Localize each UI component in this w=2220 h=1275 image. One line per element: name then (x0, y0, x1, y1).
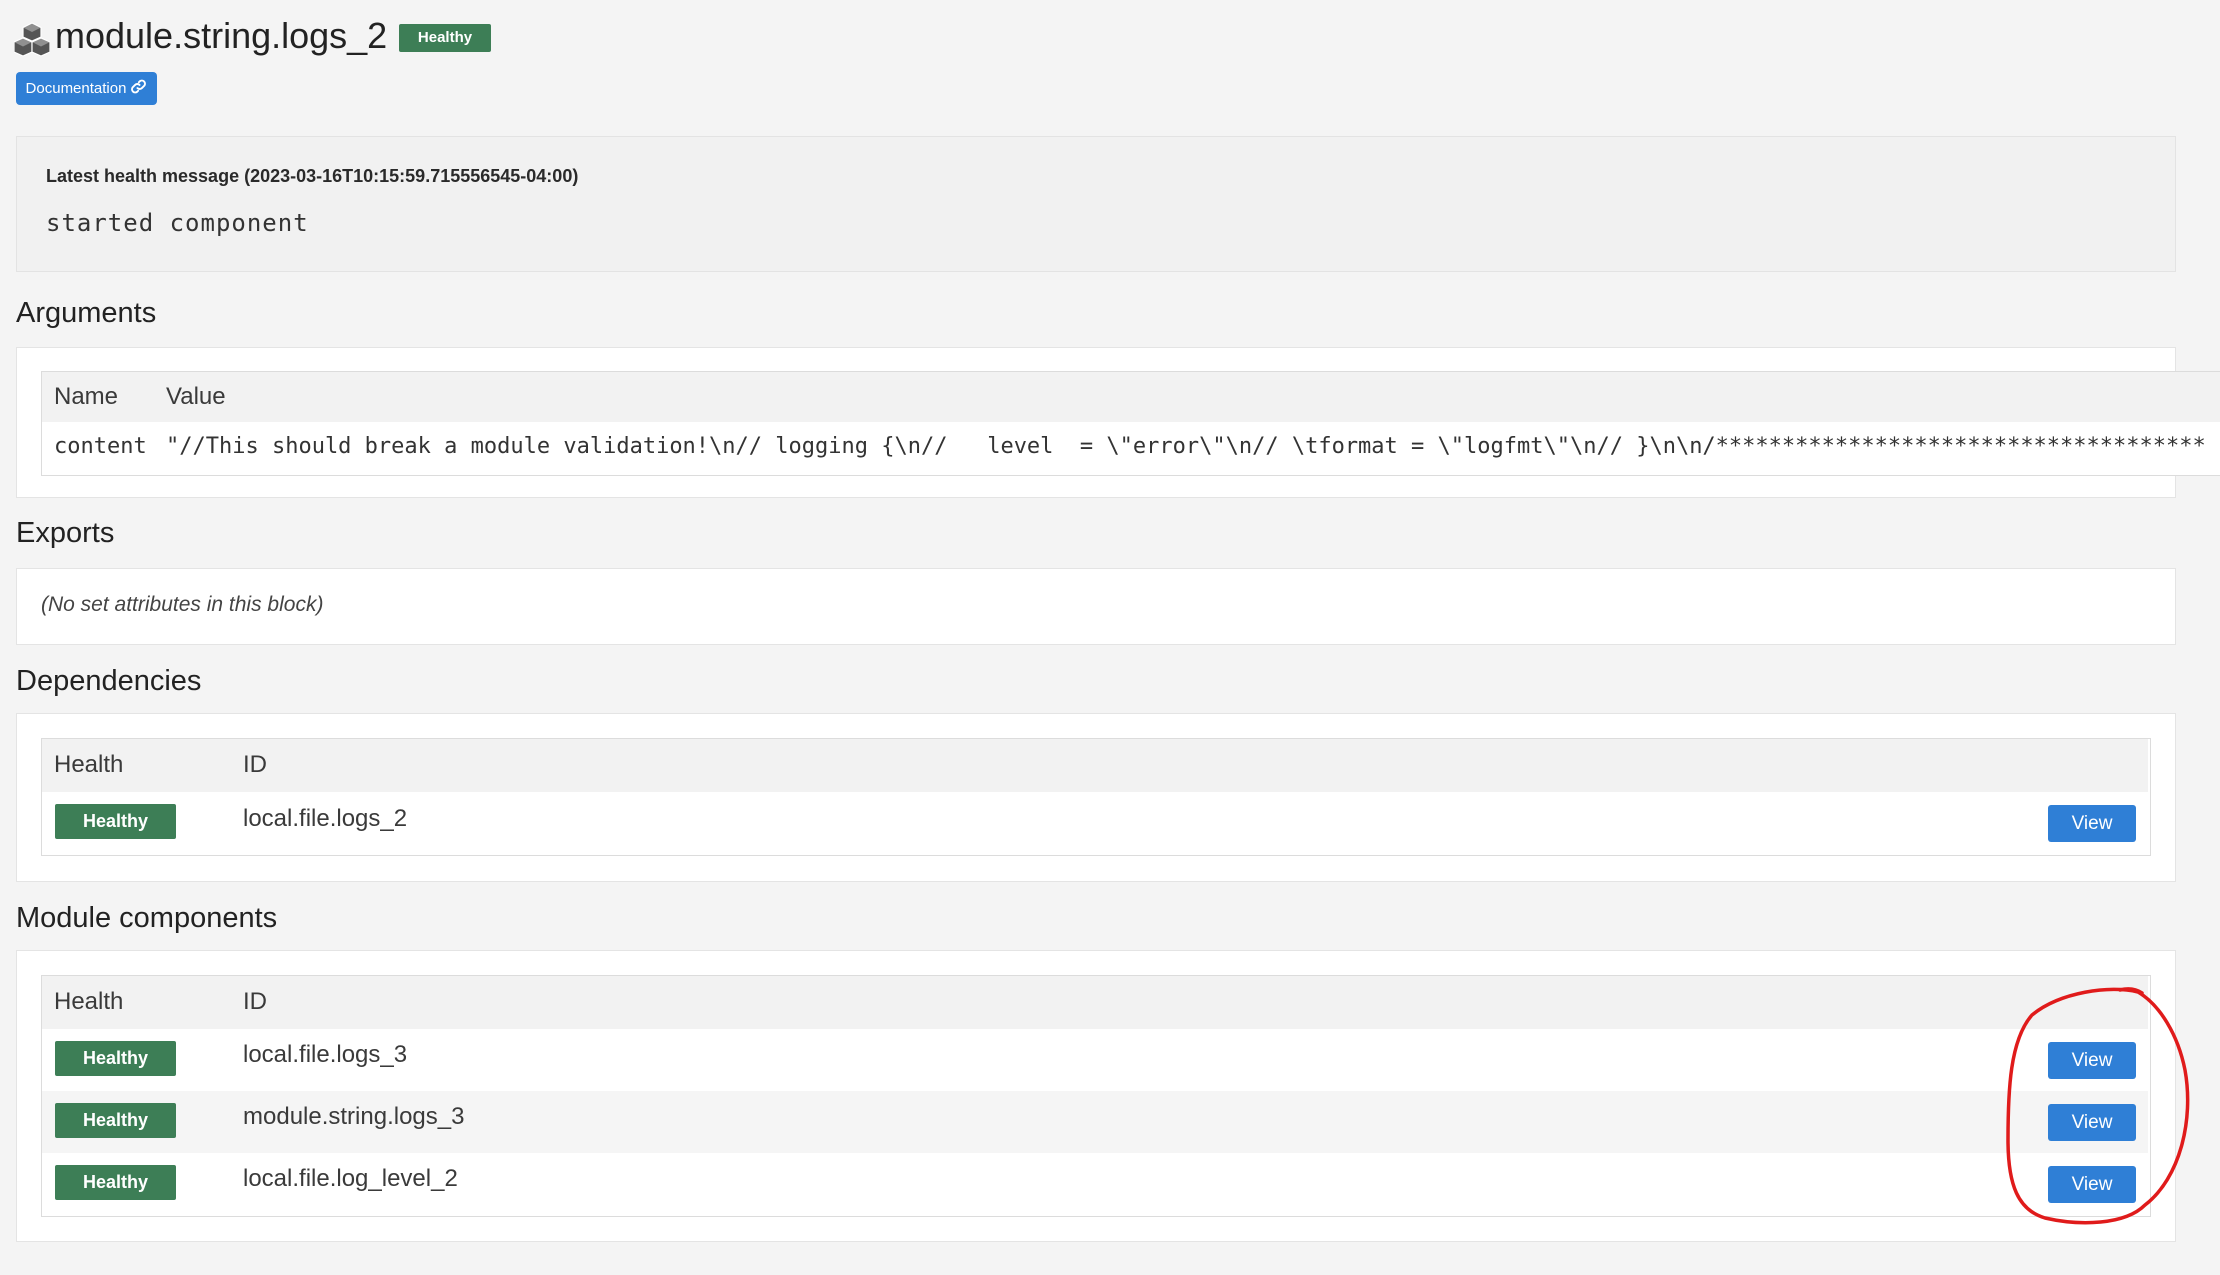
health-badge: Healthy (55, 1165, 176, 1200)
dependencies-title: Dependencies (16, 665, 202, 697)
exports-title: Exports (16, 517, 115, 549)
component-id: local.file.log_level_2 (243, 1165, 458, 1192)
cubes-icon (14, 22, 50, 57)
column-header-value: Value (166, 383, 226, 410)
module-components-title: Module components (16, 902, 278, 934)
status-badge: Healthy (399, 24, 491, 52)
health-message-label: Latest health message (2023-03-16T10:15:… (46, 166, 579, 186)
arguments-table-header (42, 372, 2220, 422)
health-badge: Healthy (55, 804, 176, 839)
documentation-button[interactable]: Documentation (16, 72, 157, 105)
dependencies-table-header (42, 739, 2148, 792)
exports-panel (16, 568, 2176, 645)
column-header-id: ID (243, 751, 267, 778)
link-icon (131, 79, 147, 94)
view-button[interactable]: View (2048, 1042, 2136, 1079)
argument-name: content (54, 434, 147, 459)
column-header-health: Health (54, 751, 124, 778)
health-badge: Healthy (55, 1041, 176, 1076)
module-components-table-header (42, 976, 2148, 1029)
argument-value: "//This should break a module validation… (166, 434, 2206, 459)
component-id: local.file.logs_2 (243, 805, 408, 832)
column-header-name: Name (54, 383, 119, 410)
exports-empty-text: (No set attributes in this block) (41, 593, 324, 616)
component-id: module.string.logs_3 (243, 1103, 465, 1130)
view-button[interactable]: View (2048, 1166, 2136, 1203)
page-title: module.string.logs_2 (55, 15, 388, 56)
arguments-title: Arguments (16, 297, 157, 329)
health-message-panel (16, 136, 2176, 272)
documentation-label: Documentation (25, 80, 127, 97)
health-badge: Healthy (55, 1103, 176, 1138)
view-button[interactable]: View (2048, 805, 2136, 842)
view-button[interactable]: View (2048, 1104, 2136, 1141)
column-header-health: Health (54, 988, 124, 1015)
health-message-text: started component (46, 209, 309, 237)
column-header-id: ID (243, 988, 267, 1015)
component-id: local.file.logs_3 (243, 1041, 408, 1068)
